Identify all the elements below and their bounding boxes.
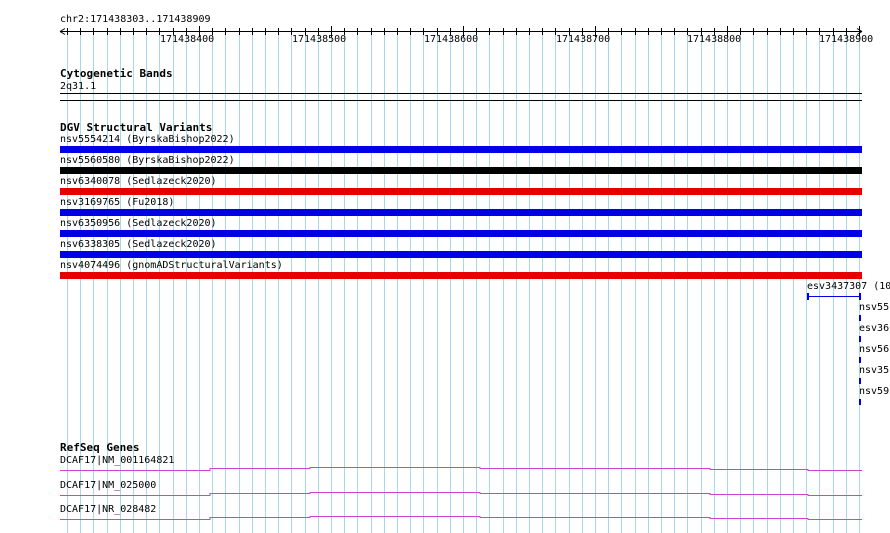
dgv-small-variant-label[interactable]: esv36 [859,323,890,335]
ruler-tick-label: 171438500 [292,34,347,45]
refseq-gene-model[interactable] [60,516,862,520]
dgv-track-title[interactable]: DGV Structural Variants [60,121,212,134]
dgv-variant-label[interactable]: nsv6350956 (Sedlazeck2020) [60,218,217,230]
dgv-variant-label[interactable]: nsv3169765 (Fu2018) [60,197,174,209]
dgv-small-variant-end [807,293,809,300]
dgv-small-variant-mark[interactable] [859,399,861,405]
dgv-variant-bar[interactable] [60,167,862,174]
dgv-variant-label[interactable]: nsv6340078 (Sedlazeck2020) [60,176,217,188]
ruler-tick-label: 171438400 [160,34,215,45]
dgv-small-variant-mark[interactable] [859,336,861,342]
refseq-gene-label[interactable]: DCAF17|NM_025000 [60,480,156,492]
dgv-variant-label[interactable]: nsv6338305 (Sedlazeck2020) [60,239,217,251]
location-label: chr2:171438303..171438909 [60,14,211,25]
dgv-variant-label[interactable]: nsv4074496 (gnomADStructuralVariants) [60,260,283,272]
dgv-small-variant-mark[interactable] [859,378,861,384]
dgv-small-variant-label[interactable]: nsv59 [859,386,890,398]
dgv-small-variant-mark[interactable] [859,357,861,363]
cytoband-top-line [60,93,862,94]
dgv-small-variant-label[interactable]: nsv56 [859,344,890,356]
ruler-tick-label: 171438600 [424,34,479,45]
dgv-variant-bar[interactable] [60,272,862,279]
ruler[interactable] [0,0,890,60]
dgv-small-variant-mark[interactable] [859,315,861,321]
dgv-small-variant-end [859,293,861,300]
dgv-small-variant-label[interactable]: esv3437307 (10 [807,281,890,293]
dgv-variant-bar[interactable] [60,251,862,258]
cytoband-label[interactable]: 2q31.1 [60,81,96,93]
dgv-small-variant-label[interactable]: nsv55 [859,302,890,314]
dgv-variant-label[interactable]: nsv5554214 (ByrskaBishop2022) [60,134,235,146]
dgv-variant-bar[interactable] [60,230,862,237]
refseq-track-title[interactable]: RefSeq Genes [60,441,139,454]
refseq-gene-label[interactable]: DCAF17|NR_028482 [60,504,156,516]
dgv-variant-bar[interactable] [60,188,862,195]
dgv-variant-label[interactable]: nsv5560580 (ByrskaBishop2022) [60,155,235,167]
dgv-variant-bar[interactable] [60,209,862,216]
cytoband-bottom-line [60,100,862,101]
dgv-small-variant-label[interactable]: nsv35 [859,365,890,377]
refseq-gene-model[interactable] [60,492,862,496]
refseq-gene-model[interactable] [60,467,862,471]
ruler-tick-label: 171438900 [819,34,874,45]
ruler-tick-label: 171438700 [556,34,611,45]
dgv-small-variant-features[interactable] [0,280,890,410]
cytobands-track-title[interactable]: Cytogenetic Bands [60,67,173,80]
ruler-tick-label: 171438800 [687,34,742,45]
dgv-variant-bar[interactable] [60,146,862,153]
refseq-gene-label[interactable]: DCAF17|NM_001164821 [60,455,174,467]
